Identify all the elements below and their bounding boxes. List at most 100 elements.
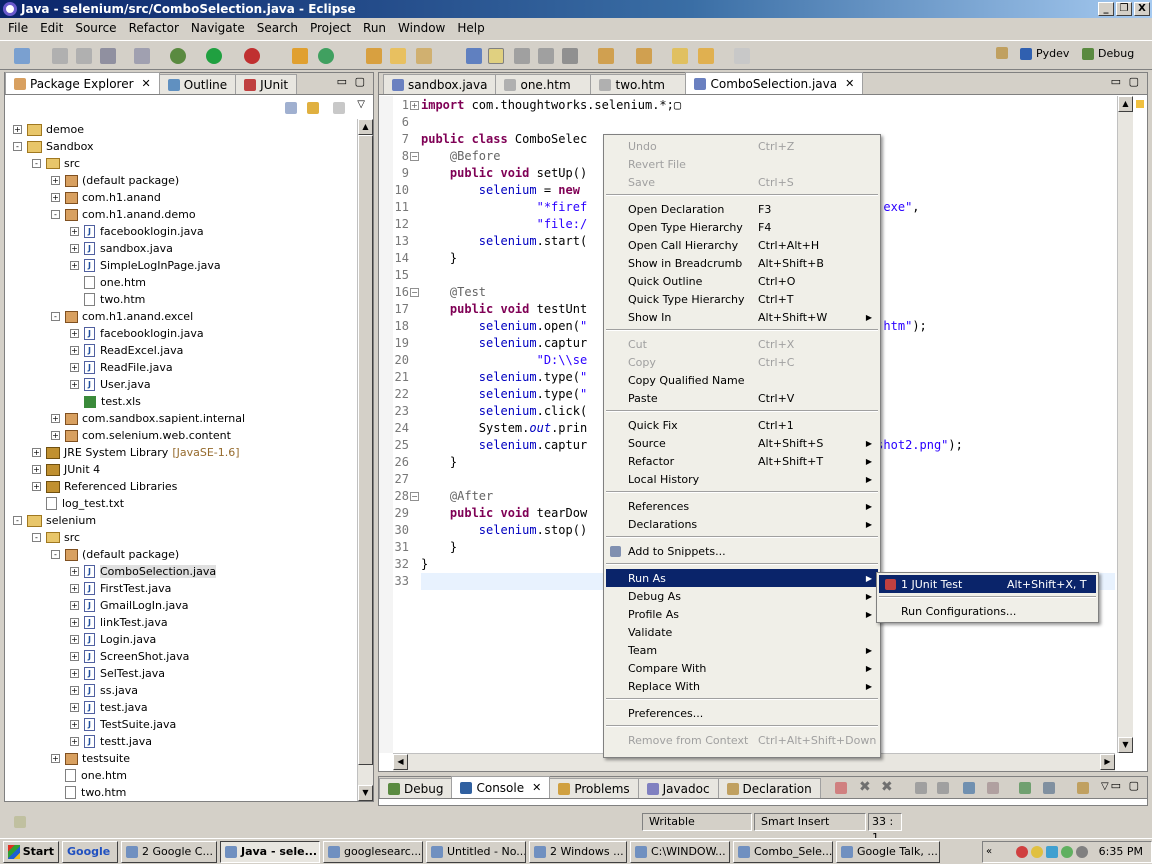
- tab-junit[interactable]: JUnit: [235, 74, 298, 94]
- file-item[interactable]: + Jfacebooklogin.java: [70, 223, 204, 240]
- scroll-down-button[interactable]: ▼: [358, 785, 373, 801]
- maximize-editor-icon[interactable]: ▢: [1129, 75, 1139, 88]
- tray-app-icon[interactable]: [1075, 845, 1088, 858]
- show-on-error-icon[interactable]: [987, 782, 999, 794]
- search-icon[interactable]: [416, 48, 432, 64]
- tree-item[interactable]: test.xls: [70, 393, 141, 410]
- open-folder-icon[interactable]: [390, 48, 406, 64]
- expand-icon[interactable]: +: [70, 346, 79, 355]
- tree-item[interactable]: + com.selenium.web.content: [51, 427, 231, 444]
- file-item[interactable]: + J TestSuite.java: [70, 716, 176, 733]
- taskbar-task[interactable]: C:\WINDOW...: [630, 840, 730, 863]
- file-item[interactable]: + J SimpleLogInPage.java: [70, 257, 221, 274]
- minimize-view-icon[interactable]: ▭: [337, 75, 347, 88]
- file-item[interactable]: + J FirstTest.java: [70, 580, 171, 597]
- code-line[interactable]: System.out.prin: [421, 420, 587, 437]
- tab-problems[interactable]: Problems: [549, 778, 639, 798]
- tree-item[interactable]: - Sandbox: [13, 138, 94, 155]
- menu-item-open-call-hierarchy[interactable]: Open Call Hierarchy Ctrl+Alt+H: [606, 236, 878, 254]
- show-whitespace-icon[interactable]: [538, 48, 554, 64]
- editor-scroll-left[interactable]: ◀: [393, 754, 408, 770]
- tree-item[interactable]: two.htm: [70, 291, 145, 308]
- code-line[interactable]: selenium.stop(): [421, 522, 587, 539]
- code-line[interactable]: }: [421, 539, 457, 556]
- code-line[interactable]: selenium.captur: [421, 335, 587, 352]
- maximize-view-icon[interactable]: ▢: [355, 75, 365, 88]
- collapse-icon[interactable]: -: [51, 210, 60, 219]
- tree-item[interactable]: - (default package): [51, 546, 179, 563]
- tree-scrollbar[interactable]: ▲ ▼: [357, 119, 373, 801]
- menu-run[interactable]: Run: [357, 21, 392, 35]
- run-icon[interactable]: [206, 48, 222, 64]
- menu-item-paste[interactable]: Paste Ctrl+V: [606, 389, 878, 407]
- expand-icon[interactable]: +: [32, 482, 41, 491]
- file-item[interactable]: + J User.java: [70, 376, 151, 393]
- tree-item[interactable]: + JUnit 4: [32, 461, 100, 478]
- menu-help[interactable]: Help: [451, 21, 490, 35]
- menu-source[interactable]: Source: [69, 21, 122, 35]
- file-item[interactable]: + Jsandbox.java: [70, 240, 173, 257]
- tab-package-explorer[interactable]: Package Explorer ✕: [5, 72, 160, 94]
- close-button[interactable]: X: [1134, 2, 1150, 16]
- code-line[interactable]: public class ComboSelec: [421, 131, 587, 148]
- menu-item-quick-type-hierarchy[interactable]: Quick Type Hierarchy Ctrl+T: [606, 290, 878, 308]
- file-item[interactable]: + J GmailLogIn.java: [70, 597, 189, 614]
- view-menu-icon[interactable]: ▽: [357, 99, 365, 110]
- menu-item-open-type-hierarchy[interactable]: Open Type Hierarchy F4: [606, 218, 878, 236]
- menu-item-quick-fix[interactable]: Quick Fix Ctrl+1: [606, 416, 878, 434]
- code-line[interactable]: selenium.click(: [421, 403, 587, 420]
- tree-item[interactable]: two.htm: [51, 784, 126, 801]
- expand-icon[interactable]: +: [51, 431, 60, 440]
- file-item[interactable]: + J Login.java: [70, 631, 156, 648]
- start-button[interactable]: Start: [3, 840, 59, 863]
- remove-all-icon[interactable]: ✖: [881, 779, 893, 795]
- menu-edit[interactable]: Edit: [34, 21, 69, 35]
- file-item[interactable]: + Jss.java: [70, 682, 138, 699]
- save-icon[interactable]: [52, 48, 68, 64]
- expand-icon[interactable]: +: [70, 329, 79, 338]
- highlight-icon[interactable]: [488, 48, 504, 64]
- tree-item[interactable]: + com.sandbox.sapient.internal: [51, 410, 245, 427]
- collapse-icon[interactable]: -: [32, 159, 41, 168]
- expand-icon[interactable]: +: [70, 720, 79, 729]
- tab-outline[interactable]: Outline: [158, 74, 237, 94]
- link-with-editor-icon[interactable]: [307, 102, 319, 114]
- expand-icon[interactable]: +: [70, 635, 79, 644]
- scroll-lock-icon[interactable]: [937, 782, 949, 794]
- maximize-button[interactable]: ❐: [1116, 2, 1132, 16]
- toggle-mark-icon[interactable]: [466, 48, 482, 64]
- tree-item[interactable]: + JRE System Library [JavaSE-1.6]: [32, 444, 240, 461]
- perspective-pydev[interactable]: Pydev: [1020, 47, 1069, 60]
- collapse-icon[interactable]: -: [13, 142, 22, 151]
- expand-icon[interactable]: +: [70, 584, 79, 593]
- tree-item[interactable]: one.htm: [51, 767, 127, 784]
- focus-icon[interactable]: [333, 102, 345, 114]
- expand-icon[interactable]: +: [13, 125, 22, 134]
- clear-console-icon[interactable]: [915, 782, 927, 794]
- file-item[interactable]: + Jfacebooklogin.java: [70, 325, 204, 342]
- taskbar-task[interactable]: 2 Google C...: [121, 840, 217, 863]
- minimize-button[interactable]: _: [1098, 2, 1114, 16]
- expand-icon[interactable]: +: [70, 244, 79, 253]
- tray-app-icon[interactable]: [1015, 845, 1028, 858]
- tree-item[interactable]: + Referenced Libraries: [32, 478, 177, 495]
- tree-item[interactable]: - com.h1.anand.excel: [51, 308, 193, 325]
- print-icon[interactable]: [100, 48, 116, 64]
- close-tab-icon[interactable]: ✕: [142, 77, 151, 90]
- taskbar-task[interactable]: googlesearc...: [323, 840, 423, 863]
- editor-scroll-right[interactable]: ▶: [1100, 754, 1115, 770]
- menu-item-replace-with[interactable]: Replace With ▶: [606, 677, 878, 695]
- tree-item[interactable]: + demoe: [13, 121, 84, 138]
- last-edit-icon[interactable]: [672, 48, 688, 64]
- display-console-icon[interactable]: [1043, 782, 1055, 794]
- menu-item-run-as[interactable]: Run As ▶: [606, 569, 878, 587]
- tray-expand-icon[interactable]: «: [986, 846, 992, 857]
- menu-window[interactable]: Window: [392, 21, 451, 35]
- tab-console[interactable]: Console ✕: [451, 776, 551, 798]
- menu-item-source[interactable]: Source Alt+Shift+S ▶: [606, 434, 878, 452]
- expand-icon[interactable]: +: [70, 380, 79, 389]
- open-console-icon[interactable]: [1077, 782, 1089, 794]
- show-on-output-icon[interactable]: [963, 782, 975, 794]
- menu-item-show-in-breadcrumb[interactable]: Show in Breadcrumb Alt+Shift+B: [606, 254, 878, 272]
- menu-item-preferences[interactable]: Preferences...: [606, 704, 878, 722]
